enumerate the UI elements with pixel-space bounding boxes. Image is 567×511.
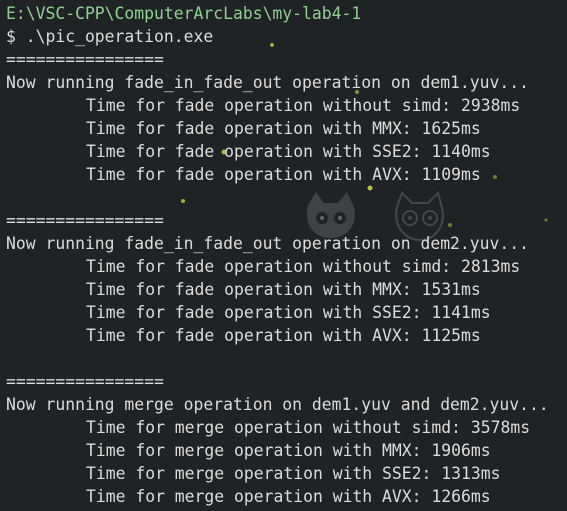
timing-result: Time for fade operation with MMX: 1531ms	[86, 280, 481, 299]
current-path: E:\VSC-CPP\ComputerArcLabs\my-lab4-1	[6, 4, 362, 23]
separator-line: ================	[6, 50, 164, 69]
operation-header: Now running fade_in_fade_out operation o…	[6, 73, 530, 92]
operation-header: Now running fade_in_fade_out operation o…	[6, 234, 530, 253]
timing-result: Time for merge operation with MMX: 1906m…	[86, 441, 491, 460]
terminal-window[interactable]: E:\VSC-CPP\ComputerArcLabs\my-lab4-1 $ .…	[0, 0, 567, 511]
command-prompt: $ .\pic_operation.exe	[6, 27, 214, 46]
separator-line: ================	[6, 211, 164, 230]
timing-result: Time for fade operation without simd: 29…	[86, 96, 521, 115]
timing-result: Time for fade operation without simd: 28…	[86, 257, 521, 276]
timing-result: Time for fade operation with MMX: 1625ms	[86, 119, 481, 138]
timing-result: Time for merge operation without simd: 3…	[86, 418, 531, 437]
operation-header: Now running merge operation on dem1.yuv …	[6, 395, 549, 414]
timing-result: Time for fade operation with AVX: 1109ms	[86, 165, 481, 184]
timing-result: Time for merge operation with SSE2: 1313…	[86, 464, 501, 483]
timing-result: Time for fade operation with SSE2: 1140m…	[86, 142, 491, 161]
output-block: ================ Now running fade_in_fad…	[6, 209, 567, 347]
output-block: ================ Now running fade_in_fad…	[6, 48, 567, 186]
timing-result: Time for merge operation with AVX: 1266m…	[86, 487, 491, 506]
timing-result: Time for fade operation with AVX: 1125ms	[86, 326, 481, 345]
timing-result: Time for fade operation with SSE2: 1141m…	[86, 303, 491, 322]
output-block: ================ Now running merge opera…	[6, 370, 567, 508]
separator-line: ================	[6, 372, 164, 391]
